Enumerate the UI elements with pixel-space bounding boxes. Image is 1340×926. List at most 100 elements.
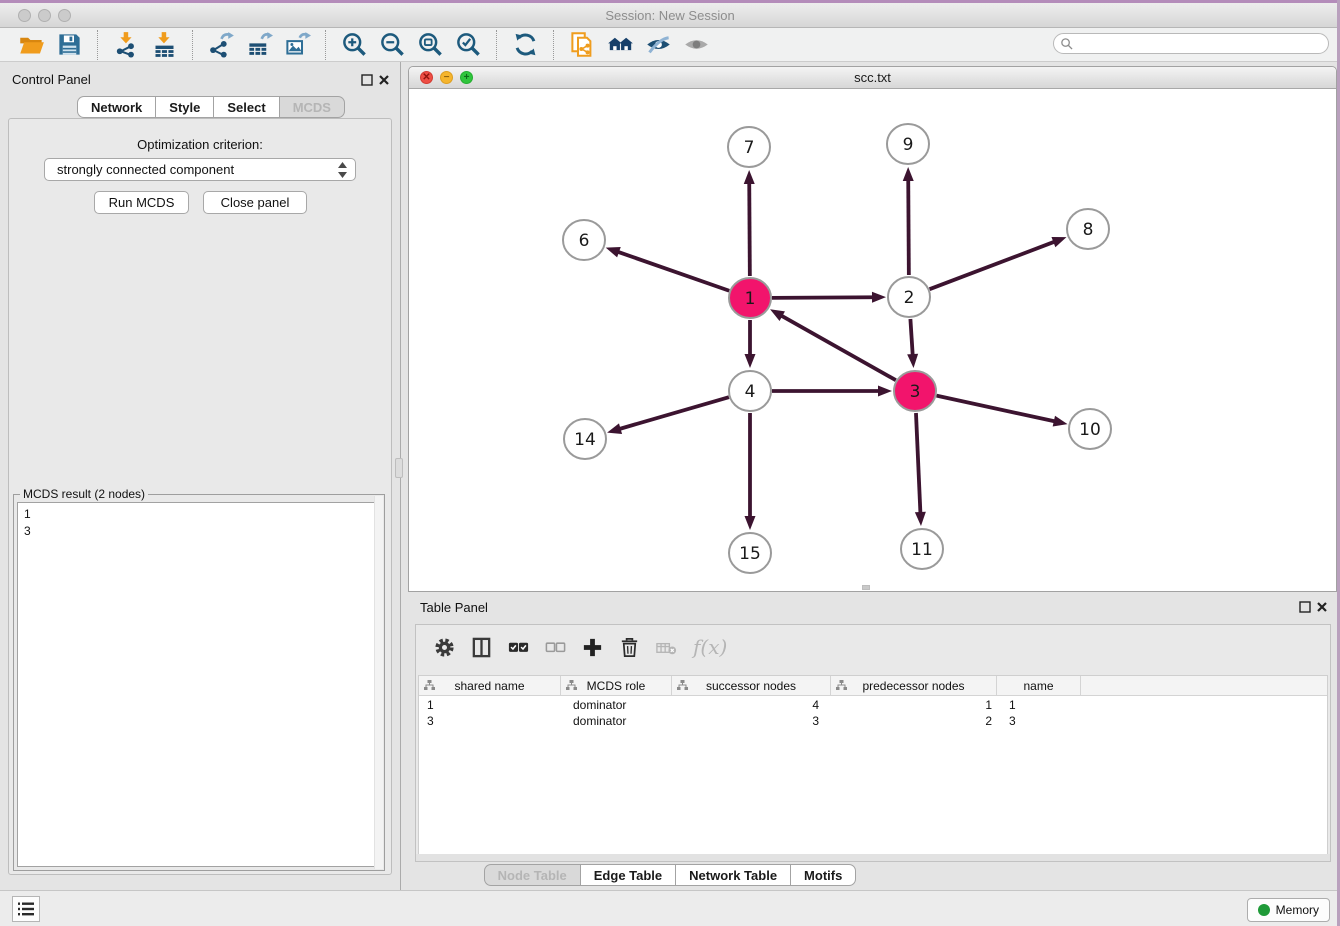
graph-edge-1-6[interactable] xyxy=(616,251,729,291)
table-row[interactable]: 3dominator323 xyxy=(419,713,1327,729)
tab-edge-table[interactable]: Edge Table xyxy=(580,864,675,886)
memory-button[interactable]: Memory xyxy=(1247,898,1330,922)
result-scrollbar[interactable] xyxy=(374,496,383,869)
export-table-button[interactable] xyxy=(240,30,278,60)
tab-mcds[interactable]: MCDS xyxy=(279,96,345,118)
graph-edge-3-11[interactable] xyxy=(916,413,921,515)
graph-edge-2-3[interactable] xyxy=(910,319,912,357)
graph-edge-3-10[interactable] xyxy=(936,396,1056,422)
table-cell[interactable]: 4 xyxy=(672,697,831,713)
table-panel-title: Table Panel xyxy=(420,600,488,615)
refresh-layout-button[interactable] xyxy=(506,30,544,60)
mcds-result-group: MCDS result (2 nodes) 1 3 xyxy=(13,494,385,871)
graph-edge-4-14[interactable] xyxy=(618,397,729,429)
apply-function-button[interactable]: f(x) xyxy=(693,635,727,659)
zoom-selected-button[interactable] xyxy=(449,30,487,60)
tab-network[interactable]: Network xyxy=(77,96,155,118)
export-image-button[interactable] xyxy=(278,30,316,60)
edge-arrowhead xyxy=(903,167,914,181)
column-header-predecessor-nodes[interactable]: predecessor nodes xyxy=(831,676,997,696)
graph-node-label: 6 xyxy=(579,231,590,251)
hide-selected-button[interactable] xyxy=(639,30,677,60)
optimization-dropdown[interactable]: strongly connected component xyxy=(44,158,356,181)
network-minimize-button[interactable]: − xyxy=(440,71,453,84)
table-cell[interactable]: 1 xyxy=(831,697,997,713)
close-table-panel-icon[interactable] xyxy=(1316,601,1328,613)
table-cell[interactable]: 1 xyxy=(419,697,561,713)
save-session-button[interactable] xyxy=(50,30,88,60)
zoom-out-button[interactable] xyxy=(373,30,411,60)
import-table-button[interactable] xyxy=(145,30,183,60)
first-neighbors-button[interactable] xyxy=(601,30,639,60)
close-panel-button[interactable]: Close panel xyxy=(203,191,307,214)
column-header-MCDS-role[interactable]: MCDS role xyxy=(561,676,672,696)
search-box[interactable] xyxy=(1053,33,1329,54)
graph-edge-3-1[interactable] xyxy=(780,315,896,381)
column-header-label: name xyxy=(1023,679,1053,693)
float-table-panel-icon[interactable] xyxy=(1299,601,1311,613)
edge-arrowhead xyxy=(1051,237,1066,247)
column-browser-button[interactable] xyxy=(463,632,500,662)
table-cell[interactable]: 3 xyxy=(419,713,561,729)
column-header-shared-name[interactable]: shared name xyxy=(419,676,561,696)
deselect-all-rows-button[interactable] xyxy=(537,632,574,662)
close-window-button[interactable] xyxy=(18,9,31,22)
table-toolbar: f(x) xyxy=(416,625,1330,669)
delete-column-button[interactable] xyxy=(611,632,648,662)
edge-arrowhead xyxy=(606,247,621,257)
delete-table-button[interactable] xyxy=(648,632,685,662)
select-all-rows-button[interactable] xyxy=(500,632,537,662)
tab-node-table[interactable]: Node Table xyxy=(484,864,580,886)
table-settings-button[interactable] xyxy=(426,632,463,662)
import-network-button[interactable] xyxy=(107,30,145,60)
tab-select[interactable]: Select xyxy=(213,96,278,118)
export-network-button[interactable] xyxy=(202,30,240,60)
zoom-fit-button[interactable] xyxy=(411,30,449,60)
network-window-titlebar[interactable]: ✕ − + scc.txt xyxy=(409,67,1336,89)
table-cell[interactable]: 3 xyxy=(672,713,831,729)
close-panel-icon[interactable] xyxy=(378,74,390,86)
table-cell[interactable]: 3 xyxy=(997,713,1081,729)
show-all-button[interactable] xyxy=(677,30,715,60)
column-header-name[interactable]: name xyxy=(997,676,1081,696)
tab-style[interactable]: Style xyxy=(155,96,213,118)
network-maximize-button[interactable]: + xyxy=(460,71,473,84)
network-graph-canvas[interactable]: 1234678910111415 xyxy=(409,89,1336,592)
mcds-result-text[interactable]: 1 3 xyxy=(17,502,381,867)
table-cell[interactable]: 1 xyxy=(997,697,1081,713)
table-cell[interactable]: 2 xyxy=(831,713,997,729)
columns-icon xyxy=(470,636,493,659)
node-table[interactable]: shared nameMCDS role successor nodes prede… xyxy=(418,675,1328,856)
zoom-in-button[interactable] xyxy=(335,30,373,60)
table-cell[interactable]: dominator xyxy=(561,713,672,729)
task-history-button[interactable] xyxy=(12,896,40,922)
open-session-button[interactable] xyxy=(12,30,50,60)
gear-icon xyxy=(433,636,456,659)
table-scrollbar[interactable] xyxy=(416,854,1330,861)
tab-network-table[interactable]: Network Table xyxy=(675,864,790,886)
column-header-successor-nodes[interactable]: successor nodes xyxy=(672,676,831,696)
graph-edge-2-9[interactable] xyxy=(908,178,909,275)
edge-arrowhead xyxy=(607,423,622,434)
graph-node-label: 3 xyxy=(910,382,921,402)
table-row[interactable]: 1dominator411 xyxy=(419,697,1327,713)
network-resize-handle[interactable] xyxy=(862,585,870,590)
network-view-window: ✕ − + scc.txt 1234678910111415 xyxy=(408,66,1337,592)
run-mcds-button[interactable]: Run MCDS xyxy=(94,191,189,214)
search-input[interactable] xyxy=(1077,37,1307,51)
graph-edge-1-2[interactable] xyxy=(772,297,875,298)
float-panel-icon[interactable] xyxy=(361,74,373,86)
list-icon xyxy=(17,901,35,917)
network-close-button[interactable]: ✕ xyxy=(420,71,433,84)
table-cell[interactable]: dominator xyxy=(561,697,672,713)
add-column-button[interactable] xyxy=(574,632,611,662)
minimize-window-button[interactable] xyxy=(38,9,51,22)
panel-divider-handle[interactable] xyxy=(395,458,403,478)
graph-edge-2-8[interactable] xyxy=(930,241,1057,289)
optimization-dropdown-value: strongly connected component xyxy=(57,162,234,177)
graph-edge-1-7[interactable] xyxy=(749,181,750,276)
tab-motifs[interactable]: Motifs xyxy=(790,864,856,886)
duplicate-network-button[interactable] xyxy=(563,30,601,60)
maximize-window-button[interactable] xyxy=(58,9,71,22)
column-header-label: successor nodes xyxy=(706,679,796,693)
